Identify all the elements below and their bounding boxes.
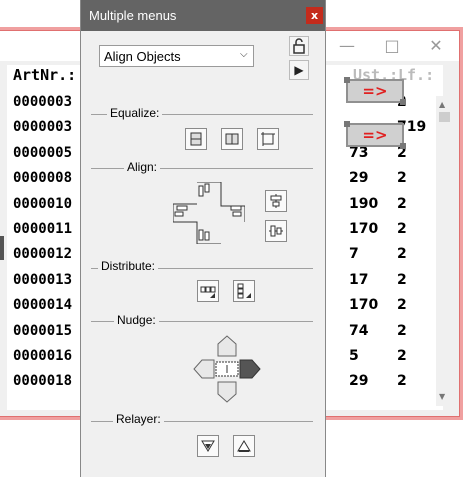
table-cell-lf[interactable]: 2 <box>397 196 407 212</box>
table-cell-value[interactable]: 5 <box>349 348 359 364</box>
table-cell-artnr[interactable]: 0000018 <box>13 373 72 389</box>
section-label-distribute: Distribute: <box>98 259 159 273</box>
table-cell-lf[interactable]: 2 <box>397 297 407 313</box>
align-cross-control <box>172 181 246 245</box>
vertical-scrollbar[interactable]: ▲ ▼ <box>436 96 453 406</box>
left-edge-handle <box>0 236 4 260</box>
table-cell-lf[interactable]: 2 <box>397 272 407 288</box>
section-label-equalize: Equalize: <box>107 106 163 120</box>
column-header-artnr[interactable]: ArtNr.: <box>13 66 76 84</box>
bring-forward-icon <box>237 440 251 452</box>
section-label-relayer: Relayer: <box>113 412 164 426</box>
table-cell-artnr[interactable]: 0000013 <box>13 272 72 288</box>
section-label-nudge: Nudge: <box>114 313 159 327</box>
table-cell-value[interactable]: 170 <box>349 297 378 313</box>
nudge-right-button[interactable] <box>240 360 262 378</box>
lock-toggle-button[interactable] <box>289 36 309 56</box>
equalize-size-button[interactable] <box>257 128 279 150</box>
table-cell-lf[interactable]: 2 <box>397 246 407 262</box>
align-cross-icon <box>172 181 246 245</box>
chevron-down-icon: ⌵ <box>240 49 248 60</box>
multiple-menus-panel: Multiple menus x Align Objects ⌵ ▶ Equal… <box>80 0 326 477</box>
table-cell-lf[interactable]: 2 <box>397 323 407 339</box>
align-center-vertical-button[interactable] <box>265 190 287 212</box>
table-cell-value[interactable]: 7 <box>349 246 359 262</box>
close-button[interactable]: ✕ <box>421 35 451 57</box>
lock-open-icon <box>293 38 305 54</box>
table-cell-lf[interactable]: 2 <box>397 348 407 364</box>
equal-width-icon <box>225 133 239 145</box>
mode-select-value: Align Objects <box>104 49 181 64</box>
table-cell-artnr[interactable]: 0000010 <box>13 196 72 212</box>
equal-height-icon <box>190 132 202 146</box>
table-cell-value[interactable]: 29 <box>349 373 368 389</box>
table-cell-lf[interactable]: 2 <box>397 170 407 186</box>
scroll-up-icon[interactable]: ▲ <box>439 100 445 109</box>
table-cell-artnr[interactable]: 0000012 <box>13 246 72 262</box>
center-vertical-icon <box>270 194 282 208</box>
distribute-vertical-icon <box>237 283 251 299</box>
nudge-down-button[interactable] <box>218 382 236 404</box>
table-cell-artnr[interactable]: 0000003 <box>13 119 72 135</box>
maximize-button[interactable]: □ <box>377 35 407 57</box>
minimize-button[interactable]: — <box>332 35 362 57</box>
equalize-width-button[interactable] <box>221 128 243 150</box>
table-cell-artnr[interactable]: 0000005 <box>13 145 72 161</box>
send-backward-button[interactable] <box>197 435 219 457</box>
table-cell-value[interactable]: 74 <box>349 323 368 339</box>
table-cell-artnr[interactable]: 0000008 <box>13 170 72 186</box>
scroll-thumb[interactable] <box>439 112 450 122</box>
align-center-horizontal-button[interactable] <box>265 220 287 242</box>
table-cell-value[interactable]: 29 <box>349 170 368 186</box>
send-backward-icon <box>201 440 215 452</box>
section-label-align: Align: <box>124 160 161 174</box>
scroll-down-icon[interactable]: ▼ <box>439 392 445 401</box>
table-cell-artnr[interactable]: 0000003 <box>13 94 72 110</box>
panel-title: Multiple menus <box>89 8 177 23</box>
table-cell-value[interactable]: 170 <box>349 221 378 237</box>
distribute-horizontal-button[interactable] <box>197 280 219 302</box>
table-cell-artnr[interactable]: 0000015 <box>13 323 72 339</box>
nudge-left-button[interactable] <box>192 360 214 378</box>
distribute-vertical-button[interactable] <box>233 280 255 302</box>
table-cell-lf[interactable]: 2 <box>397 373 407 389</box>
table-cell-artnr[interactable]: 0000011 <box>13 221 72 237</box>
distribute-horizontal-icon <box>200 286 216 298</box>
table-cell-artnr[interactable]: 0000016 <box>13 348 72 364</box>
equalize-height-button[interactable] <box>185 128 207 150</box>
run-button[interactable]: ▶ <box>289 60 309 80</box>
table-cell-lf[interactable]: 2 <box>397 221 407 237</box>
arrow-marker[interactable]: => <box>344 77 406 105</box>
table-cell-value[interactable]: 73 <box>349 145 368 161</box>
table-cell-artnr[interactable]: 0000014 <box>13 297 72 313</box>
center-horizontal-icon <box>269 225 283 237</box>
mode-select[interactable]: Align Objects ⌵ <box>99 45 254 67</box>
panel-close-button[interactable]: x <box>306 7 323 24</box>
panel-titlebar[interactable]: Multiple menus x <box>81 0 325 31</box>
nudge-up-button[interactable] <box>218 334 236 356</box>
equal-size-icon <box>261 132 275 146</box>
arrow-marker[interactable]: => <box>344 121 406 149</box>
table-cell-value[interactable]: 190 <box>349 196 378 212</box>
table-cell-value[interactable]: 17 <box>349 272 368 288</box>
bring-forward-button[interactable] <box>233 435 255 457</box>
